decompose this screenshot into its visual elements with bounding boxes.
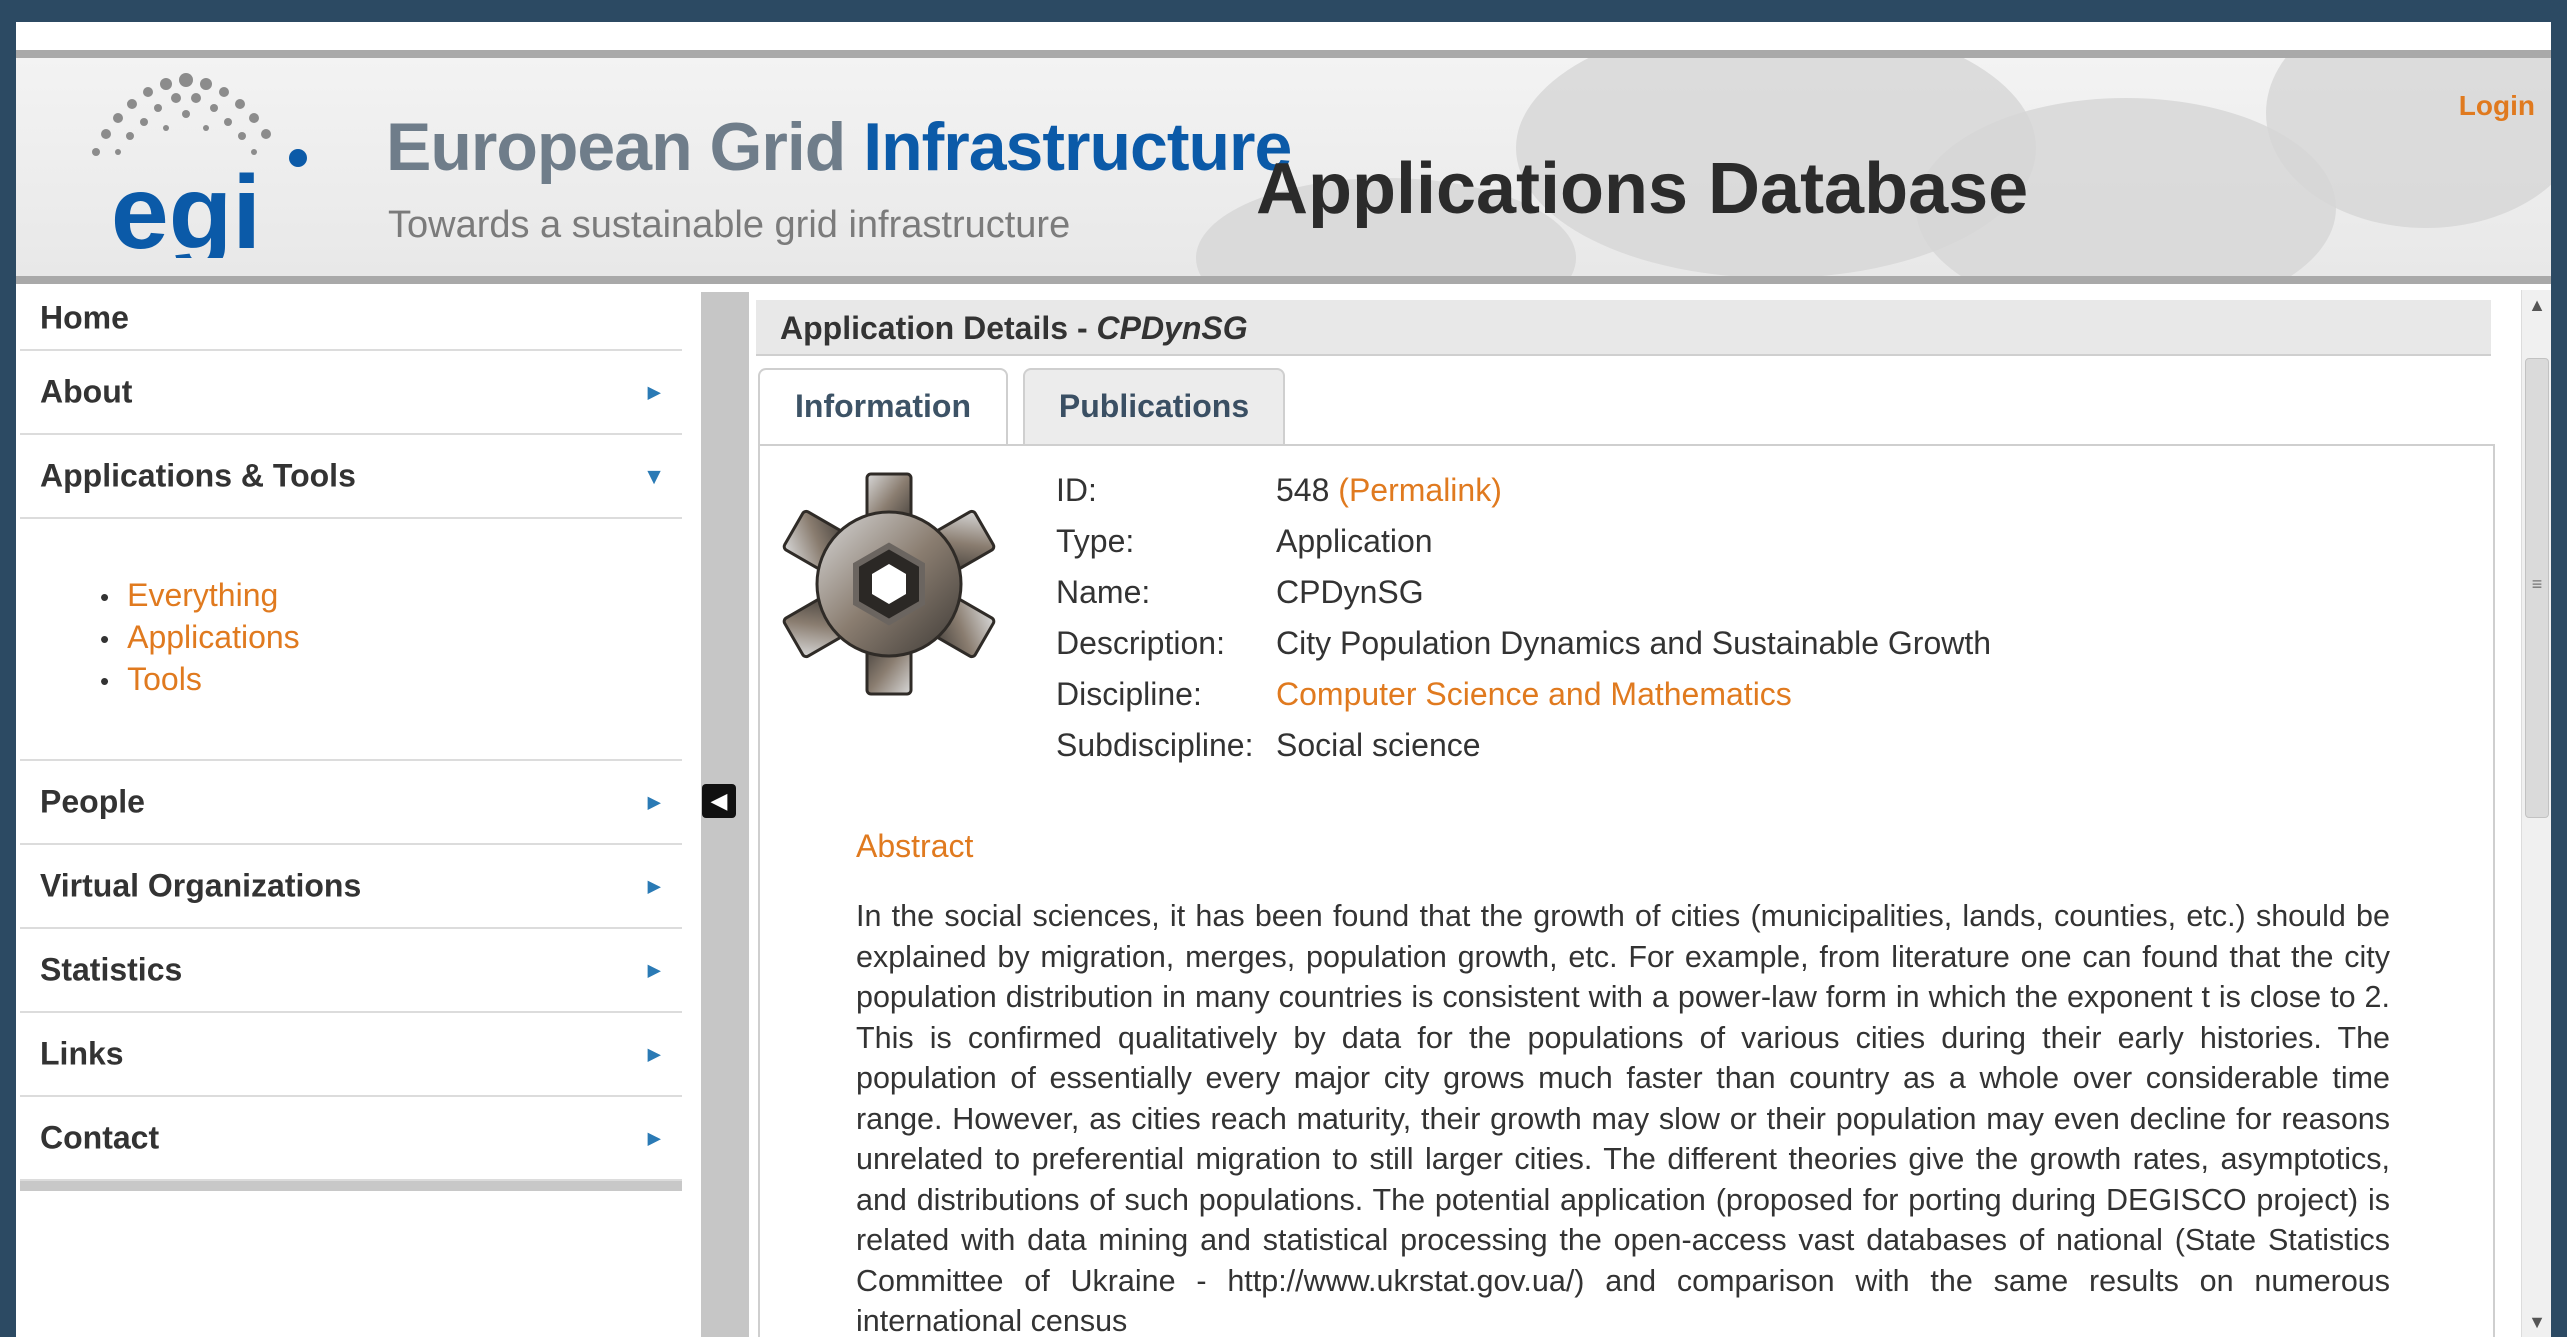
sidebar-item-statistics[interactable]: Statistics ▸	[20, 929, 682, 1013]
scroll-up-icon[interactable]: ▲	[2522, 290, 2551, 320]
field-value-subdiscipline: Social science	[1276, 727, 1481, 763]
field-label-type: Type:	[1056, 523, 1135, 559]
header: egi European Grid Infrastructure Towards…	[16, 50, 2551, 284]
chevron-right-icon: ▸	[647, 378, 660, 406]
field-label-name: Name:	[1056, 574, 1151, 610]
permalink-link[interactable]: (Permalink)	[1338, 472, 1502, 508]
information-panel: ID: Type: Name: Description: Discipline:…	[758, 444, 2495, 1337]
field-labels: ID: Type: Name: Description: Discipline:…	[1056, 472, 1253, 778]
details-title-prefix: Application Details -	[780, 310, 1097, 346]
abstract-text: In the social sciences, it has been foun…	[856, 899, 2390, 1337]
egi-logo-icon[interactable]: egi	[66, 68, 326, 258]
app-title: Applications Database	[1256, 149, 2029, 229]
sidebar-item-applications-tools[interactable]: Applications & Tools ▾	[20, 435, 682, 519]
field-values: 548 (Permalink) Application CPDynSG City…	[1276, 472, 1991, 778]
field-value-id: 548 (Permalink)	[1276, 472, 1991, 523]
vertical-scrollbar[interactable]: ▲ ≡ ▼	[2521, 290, 2551, 1337]
grip-icon: ≡	[2531, 574, 2543, 594]
tab-information[interactable]: Information	[758, 368, 1008, 446]
sidebar-item-label: Statistics	[40, 951, 183, 988]
details-app-name: CPDynSG	[1096, 310, 1248, 346]
submenu-item-everything[interactable]: Everything	[100, 575, 300, 617]
field-label-subdiscipline: Subdiscipline:	[1056, 727, 1254, 763]
field-label-discipline: Discipline:	[1056, 676, 1202, 712]
sidebar-item-label: Virtual Organizations	[40, 867, 362, 904]
sidebar-item-label: Home	[40, 299, 129, 336]
page: egi European Grid Infrastructure Towards…	[16, 22, 2551, 1337]
field-value-type: Application	[1276, 523, 1433, 559]
field-label-description: Description:	[1056, 625, 1225, 661]
submenu-item-tools[interactable]: Tools	[100, 659, 300, 701]
login-link[interactable]: Login	[2459, 90, 2535, 122]
chevron-right-icon: ▸	[647, 788, 660, 816]
arrow-left-icon[interactable]: ◀	[702, 784, 736, 818]
scrollbar-thumb[interactable]: ≡	[2525, 358, 2549, 818]
sidebar-item-virtual-organizations[interactable]: Virtual Organizations ▸	[20, 845, 682, 929]
submenu-item-applications[interactable]: Applications	[100, 617, 300, 659]
sidebar-nav: Home About ▸ Applications & Tools ▾ Ever…	[20, 287, 682, 1191]
sidebar-item-label: People	[40, 783, 145, 820]
sidebar-item-label: About	[40, 373, 133, 410]
brand-title-part2: Infrastructure	[863, 109, 1292, 185]
sidebar-item-label: Links	[40, 1035, 124, 1072]
scroll-down-icon[interactable]: ▼	[2522, 1307, 2551, 1337]
sidebar-divider	[20, 1181, 682, 1191]
sidebar-item-about[interactable]: About ▸	[20, 351, 682, 435]
sidebar-submenu: Everything Applications Tools	[20, 519, 682, 761]
sidebar-item-links[interactable]: Links ▸	[20, 1013, 682, 1097]
brand-tagline: Towards a sustainable grid infrastructur…	[388, 204, 1071, 246]
field-value-description: City Population Dynamics and Sustainable…	[1276, 625, 1992, 661]
chevron-right-icon: ▸	[647, 1040, 660, 1068]
brand-title: European Grid Infrastructure	[386, 108, 1292, 186]
brand-title-part1: European Grid	[386, 109, 864, 185]
tab-publications[interactable]: Publications	[1023, 368, 1285, 444]
svg-text:egi: egi	[111, 155, 261, 258]
sidebar-item-label: Contact	[40, 1119, 160, 1156]
field-value-name: CPDynSG	[1276, 574, 1424, 610]
main-content: Application Details - CPDynSG Informatio…	[756, 292, 2511, 1337]
chevron-right-icon: ▸	[647, 956, 660, 984]
details-title-bar: Application Details - CPDynSG	[756, 300, 2491, 356]
id-value: 548	[1276, 472, 1330, 508]
sidebar-item-people[interactable]: People ▸	[20, 761, 682, 845]
chevron-right-icon: ▸	[647, 1124, 660, 1152]
sidebar-item-contact[interactable]: Contact ▸	[20, 1097, 682, 1181]
field-label-id: ID:	[1056, 472, 1097, 508]
sidebar-item-home[interactable]: Home	[20, 287, 682, 351]
abstract-heading: Abstract	[856, 828, 974, 864]
gear-icon	[782, 472, 996, 696]
sidebar-item-label: Applications & Tools	[40, 457, 356, 494]
discipline-link[interactable]: Computer Science and Mathematics	[1276, 676, 1991, 727]
chevron-right-icon: ▸	[647, 872, 660, 900]
chevron-down-icon: ▾	[647, 462, 660, 490]
